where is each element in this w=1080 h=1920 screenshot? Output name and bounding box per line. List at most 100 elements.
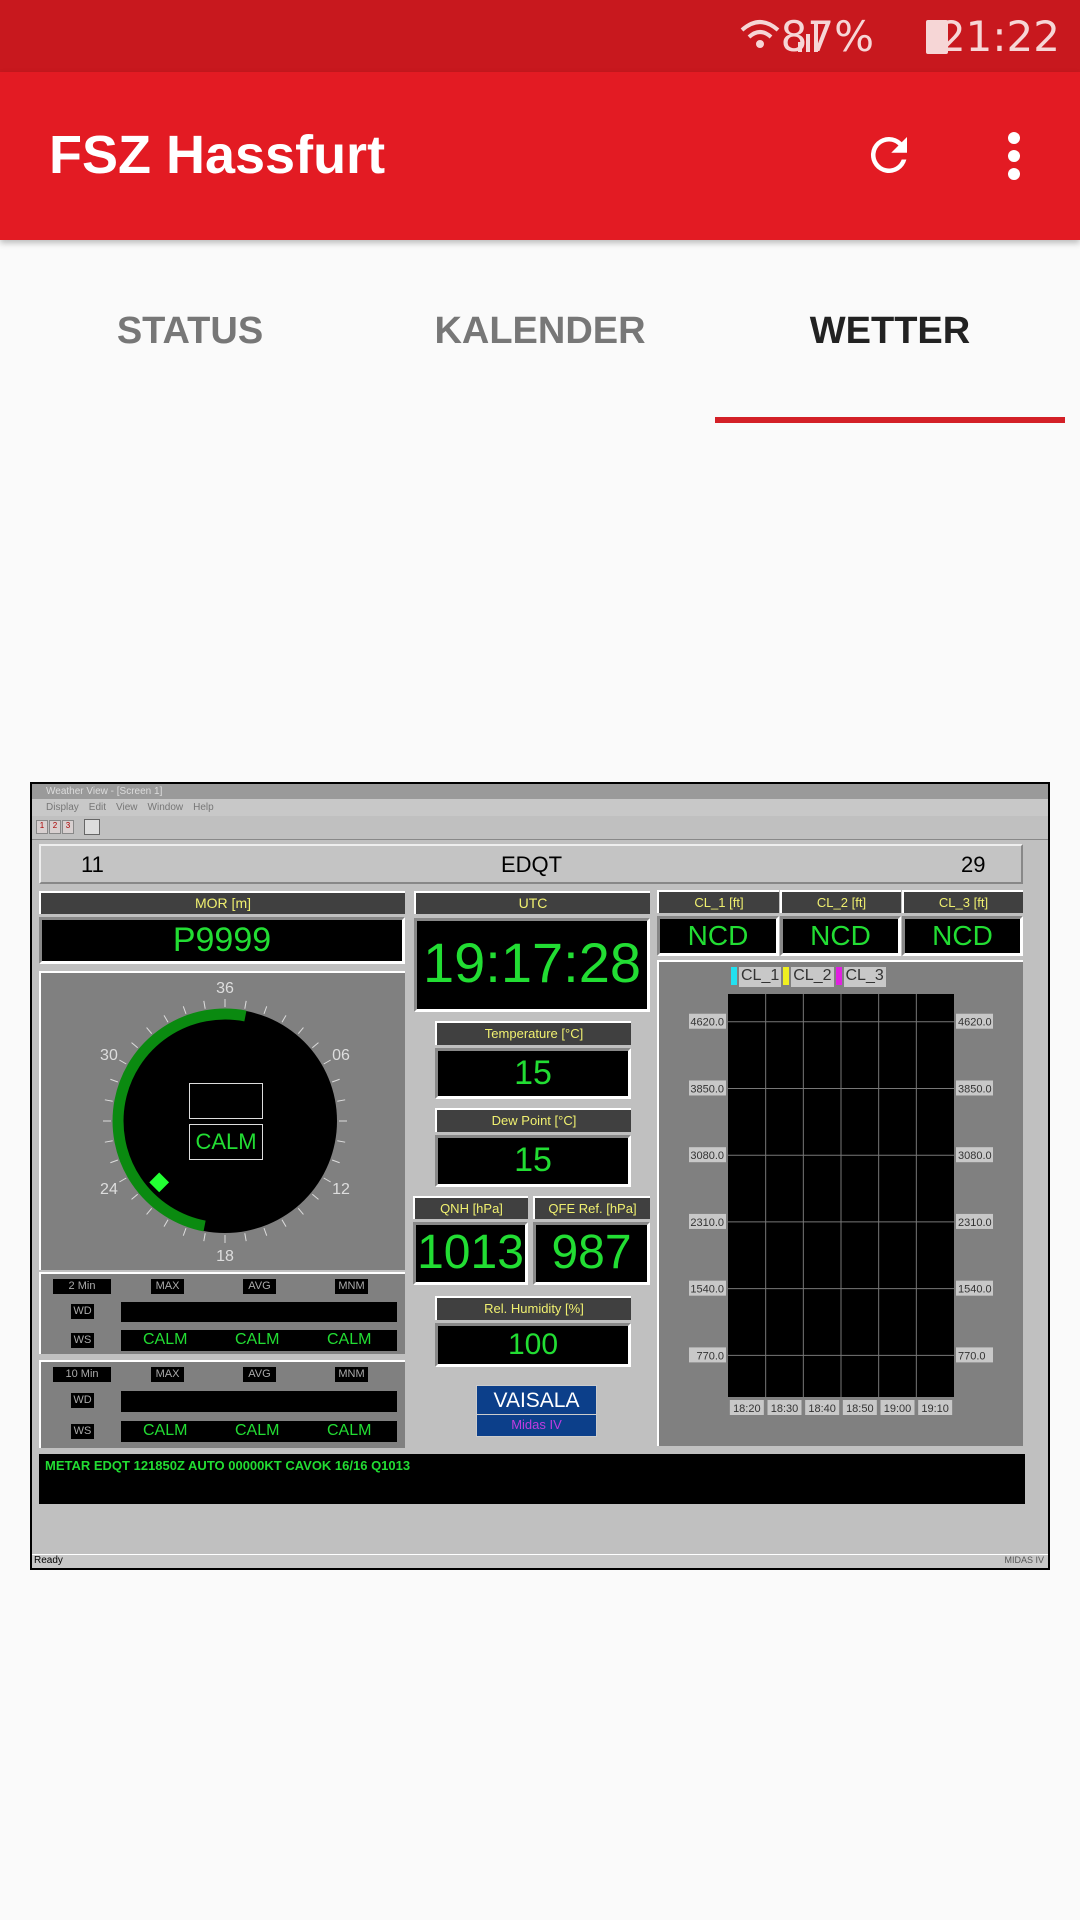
period-label: 10 Min (53, 1367, 111, 1382)
y-tick-label-left: 2310.0 (690, 1217, 724, 1229)
col-avg: AVG (243, 1367, 276, 1382)
compass-tick (244, 1233, 247, 1242)
status-ready: Ready (34, 1555, 63, 1566)
compass-tick (244, 1000, 247, 1009)
menu-edit: Edit (88, 802, 107, 813)
refresh-icon[interactable] (862, 128, 916, 182)
tab-status[interactable]: STATUS (10, 310, 370, 353)
weather-screenshot: Weather View - [Screen 1] Display Edit Vie… (30, 782, 1050, 1570)
compass-tick (182, 1006, 187, 1015)
y-tick-label-right: 2310.0 (958, 1217, 992, 1229)
tab-wetter[interactable]: WETTER (710, 310, 1070, 353)
menu-display: Display (46, 802, 79, 813)
ws-avg: CALM (235, 1422, 280, 1439)
cl2-label: CL_2 [ft] (780, 890, 901, 913)
compass-tick (323, 1059, 331, 1065)
window-status-bar: Ready MIDAS IV (32, 1554, 1048, 1568)
col-max: MAX (151, 1367, 184, 1382)
station-code: EDQT (501, 852, 563, 877)
qnh-value: 1013 (413, 1222, 528, 1285)
compass-tick (281, 1015, 287, 1023)
compass-tick (323, 1177, 331, 1183)
cl3-value: NCD (902, 916, 1023, 956)
ws-values: CALM CALM CALM (121, 1421, 397, 1442)
compass-label: 06 (332, 1047, 350, 1064)
compass-tick (163, 1015, 169, 1023)
logo-product: Midas IV (511, 1417, 562, 1432)
compass-label: 30 (100, 1047, 118, 1064)
compass-label: 18 (216, 1248, 234, 1265)
col-avg: AVG (243, 1279, 276, 1294)
more-vert-icon[interactable] (998, 130, 1030, 182)
col-max: MAX (151, 1279, 184, 1294)
status-version: MIDAS IV (1004, 1555, 1044, 1565)
y-tick-label-left: 3080.0 (690, 1150, 724, 1162)
y-tick-label-right: 3850.0 (958, 1083, 992, 1095)
y-tick-label-left: 4620.0 (690, 1017, 724, 1029)
wind-2min-panel: 2 Min MAX AVG MNM WD WS CALM CALM CALM (39, 1272, 405, 1354)
app-bar: FSZ Hassfurt (0, 72, 1080, 240)
col-mnm: MNM (335, 1279, 368, 1294)
compass-tick (337, 1099, 346, 1102)
screen-2-button: 2 (49, 820, 61, 834)
qnh-label: QNH [hPa] (413, 1196, 528, 1219)
cl1-value: NCD (657, 916, 779, 956)
wind-compass: 36 06 12 18 24 30 (100, 980, 350, 1265)
wind-direction-box (189, 1083, 263, 1119)
compass-tick (281, 1219, 287, 1227)
compass-tick (119, 1177, 127, 1183)
status-bar: 87% 21:22 (0, 0, 1080, 72)
y-tick-label-right: 3080.0 (958, 1150, 992, 1162)
compass-label: 36 (216, 980, 234, 997)
y-tick-label-right: 770.0 (958, 1350, 986, 1362)
battery-percent: 87% (780, 12, 874, 61)
print-icon (84, 819, 100, 835)
ws-max: CALM (143, 1331, 188, 1348)
menu-window: Window (147, 802, 184, 813)
metar-text: METAR EDQT 121850Z AUTO 00000KT CAVOK 16… (39, 1454, 1025, 1504)
y-tick-label-right: 1540.0 (958, 1284, 992, 1296)
screen-3-button: 3 (62, 820, 74, 834)
temperature-value: 15 (435, 1048, 631, 1099)
clock: 21:22 (938, 12, 1060, 61)
screen-1-button: 1 (36, 820, 48, 834)
dew-point-value: 15 (435, 1135, 631, 1187)
wd-label: WD (71, 1393, 94, 1408)
toolbar: 1 2 3 (32, 816, 1048, 840)
compass-label: 24 (100, 1181, 118, 1198)
compass-tick (337, 1140, 346, 1143)
tab-indicator (715, 417, 1065, 423)
logo-brand: VAISALA (477, 1386, 596, 1415)
temperature-label: Temperature [°C] (435, 1021, 631, 1045)
humidity-value: 100 (435, 1323, 631, 1367)
wd-values (121, 1391, 397, 1412)
wd-values (121, 1302, 397, 1322)
mor-value: P9999 (39, 917, 405, 964)
humidity-label: Rel. Humidity [%] (435, 1296, 631, 1320)
cl2-value: NCD (780, 916, 901, 956)
qfe-value: 987 (533, 1222, 650, 1285)
compass-tick (203, 1233, 206, 1242)
ws-mnm: CALM (327, 1422, 372, 1439)
compass-tick (331, 1159, 340, 1164)
tab-kalender[interactable]: KALENDER (360, 310, 720, 353)
ws-max: CALM (143, 1422, 188, 1439)
app-title: FSZ Hassfurt (49, 125, 386, 185)
col-mnm: MNM (335, 1367, 368, 1382)
menu-bar: Display Edit View Window Help (32, 799, 1048, 816)
ws-label: WS (71, 1424, 94, 1439)
ws-values: CALM CALM CALM (121, 1330, 397, 1351)
compass-tick (119, 1059, 127, 1065)
compass-tick (104, 1140, 113, 1143)
compass-tick (263, 1227, 268, 1236)
compass-tick (203, 1000, 206, 1009)
header-right: 29 (961, 852, 986, 877)
x-tick-label: 19:00 (884, 1403, 912, 1415)
compass-tick (312, 1042, 319, 1049)
ws-label: WS (71, 1333, 94, 1348)
compass-tick (110, 1159, 119, 1164)
compass-tick (331, 1078, 340, 1083)
compass-tick (263, 1006, 268, 1015)
vaisala-logo: VAISALA Midas IV (476, 1385, 597, 1437)
compass-tick (312, 1193, 319, 1200)
